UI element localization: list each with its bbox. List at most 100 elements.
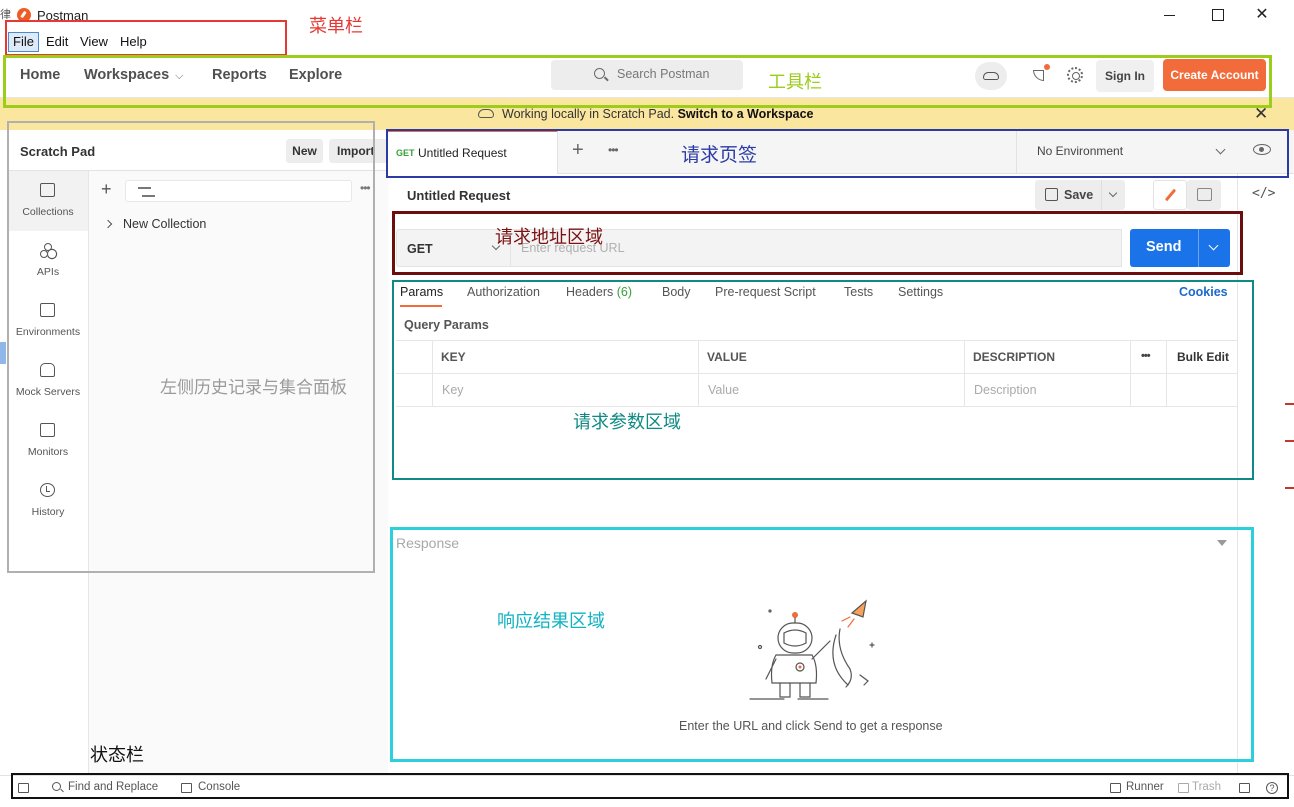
tab-pre-request-script[interactable]: Pre-request Script — [715, 285, 816, 299]
table-divider — [1130, 341, 1131, 407]
console-button[interactable]: Console — [198, 781, 240, 793]
switch-workspace-link[interactable]: Switch to a Workspace — [678, 107, 814, 121]
value-input[interactable]: Value — [708, 383, 739, 397]
satellite-icon[interactable] — [1031, 64, 1050, 84]
rail-item-monitors[interactable]: Monitors — [8, 411, 88, 471]
add-collection-icon[interactable]: + — [101, 179, 112, 200]
nav-explore[interactable]: Explore — [289, 67, 342, 83]
tab-params[interactable]: Params — [400, 285, 443, 299]
app-title: Postman — [37, 8, 89, 23]
method-value: GET — [407, 242, 433, 256]
comment-icon[interactable] — [1187, 180, 1221, 210]
search-postman-input[interactable]: Search Postman — [551, 60, 743, 90]
caret-down-icon[interactable] — [1217, 540, 1227, 546]
chevron-down-icon[interactable] — [1208, 240, 1219, 251]
nav-home[interactable]: Home — [20, 67, 60, 83]
description-input[interactable]: Description — [974, 383, 1037, 397]
create-account-button[interactable]: Create Account — [1163, 59, 1266, 91]
http-method-select[interactable]: GET — [396, 229, 511, 267]
history-icon — [40, 483, 55, 497]
chevron-down-icon[interactable] — [1108, 188, 1118, 198]
cookies-link[interactable]: Cookies — [1179, 285, 1228, 299]
nav-workspaces-label: Workspaces — [84, 67, 170, 83]
save-button[interactable]: Save — [1035, 180, 1125, 210]
nav-reports[interactable]: Reports — [212, 67, 267, 83]
help-icon[interactable]: ? — [1266, 782, 1278, 794]
collection-filter-input[interactable] — [125, 180, 352, 202]
rail-item-collections[interactable]: Collections — [8, 171, 88, 231]
postman-logo-icon — [17, 8, 31, 22]
new-button[interactable]: New — [286, 139, 323, 163]
edit-pencil-icon[interactable] — [1153, 180, 1187, 210]
table-divider — [432, 341, 433, 407]
search-placeholder: Search Postman — [617, 67, 710, 81]
satellite-dish — [1033, 70, 1044, 81]
bulk-edit-link[interactable]: Bulk Edit — [1177, 350, 1229, 364]
tab-headers-label: Headers — [566, 285, 614, 299]
rail-item-apis[interactable]: APIs — [8, 231, 88, 291]
chevron-down-icon — [1215, 144, 1226, 155]
trash-button[interactable]: Trash — [1192, 781, 1221, 793]
table-divider — [698, 341, 699, 407]
menu-view[interactable]: View — [76, 32, 112, 52]
minimize-button[interactable] — [1160, 5, 1180, 25]
two-pane-icon[interactable] — [1239, 783, 1250, 793]
more-options-icon[interactable]: ••• — [360, 181, 371, 195]
key-input[interactable]: Key — [442, 383, 464, 397]
tab-untitled-request[interactable]: GET Untitled Request — [388, 130, 558, 174]
table-header-row — [396, 341, 1237, 374]
find-icon — [52, 782, 61, 791]
tab-headers[interactable]: Headers (6) — [566, 285, 632, 299]
collection-item[interactable]: New Collection — [103, 217, 207, 231]
menu-edit[interactable]: Edit — [42, 32, 72, 52]
save-separator — [1101, 180, 1102, 210]
rail-item-environments[interactable]: Environments — [8, 291, 88, 351]
tab-more-icon[interactable]: ••• — [608, 143, 619, 157]
table-more-icon[interactable]: ••• — [1141, 350, 1151, 362]
sign-in-button[interactable]: Sign In — [1096, 60, 1154, 92]
menu-file[interactable]: File — [8, 32, 39, 52]
rail-item-history[interactable]: History — [8, 471, 88, 531]
tab-authorization[interactable]: Authorization — [467, 285, 540, 299]
runner-button[interactable]: Runner — [1126, 781, 1164, 793]
column-header-key: KEY — [441, 350, 466, 364]
maximize-button[interactable] — [1208, 5, 1228, 25]
menubar: File Edit View Help — [0, 30, 1294, 54]
query-params-title: Query Params — [404, 318, 489, 332]
search-icon — [594, 68, 605, 79]
send-separator — [1198, 229, 1199, 267]
mock-servers-icon — [40, 363, 55, 377]
menu-help[interactable]: Help — [116, 32, 151, 52]
annotation-url-label: 请求地址区域 — [495, 227, 603, 247]
gear-icon[interactable] — [1067, 67, 1083, 83]
tab-settings[interactable]: Settings — [898, 285, 943, 299]
chevron-right-icon — [103, 219, 113, 229]
statusbar: Find and Replace Console Runner Trash ? — [0, 775, 1294, 807]
tab-tests[interactable]: Tests — [844, 285, 873, 299]
close-window-button[interactable]: ✕ — [1252, 5, 1272, 25]
sync-status-button[interactable] — [975, 62, 1007, 90]
close-banner-icon[interactable]: ✕ — [1254, 104, 1268, 124]
find-and-replace-button[interactable]: Find and Replace — [68, 781, 158, 793]
eye-icon[interactable] — [1253, 144, 1271, 155]
tab-body[interactable]: Body — [662, 285, 691, 299]
adjacent-window-fragment — [1285, 403, 1294, 405]
code-icon[interactable]: </> — [1252, 186, 1275, 201]
environment-select[interactable]: No Environment — [1016, 130, 1236, 173]
window-edge-strip — [0, 342, 6, 364]
rail-item-mock-servers[interactable]: Mock Servers — [8, 351, 88, 411]
toggle-sidebar-icon[interactable] — [18, 783, 29, 793]
collection-name: New Collection — [123, 217, 207, 231]
nav-workspaces[interactable]: Workspaces ⌵ — [84, 67, 184, 83]
response-label: Response — [396, 535, 460, 551]
new-tab-icon[interactable]: + — [572, 139, 584, 162]
trash-icon — [1178, 783, 1189, 793]
save-label: Save — [1064, 188, 1094, 202]
table-divider — [1166, 341, 1167, 407]
import-button[interactable]: Import — [329, 139, 388, 163]
annotation-menubar-label: 菜单栏 — [309, 16, 363, 36]
send-button[interactable]: Send — [1130, 229, 1230, 267]
rail-label: Monitors — [27, 446, 69, 458]
active-tab-indicator — [400, 305, 442, 307]
astronaut-illustration-icon — [749, 599, 875, 700]
